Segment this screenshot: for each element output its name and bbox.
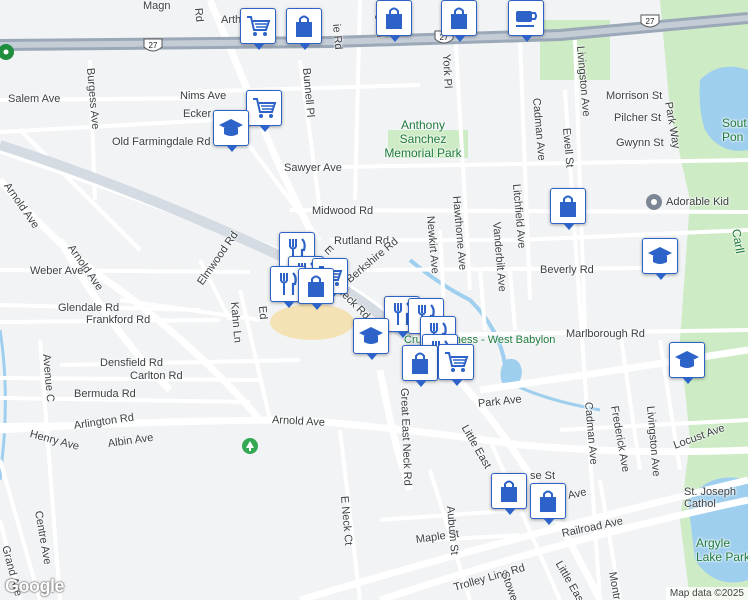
grocery-cart-pin-icon[interactable] <box>246 90 282 132</box>
road-label: Midwood Rd <box>312 205 374 217</box>
road-label: Glendale Rd <box>58 302 120 314</box>
shopping-bag-pin-icon[interactable] <box>530 483 566 525</box>
svg-text:27: 27 <box>646 17 655 26</box>
road-label: Salem Ave <box>8 93 61 105</box>
road-label: Bermuda Rd <box>74 388 136 400</box>
road-label: Rd <box>192 7 206 23</box>
road-label: Beverly Rd <box>540 264 594 276</box>
road-label: Sawyer Ave <box>284 162 342 174</box>
grocery-cart-pin-icon[interactable] <box>438 344 474 386</box>
adorable-kid-poi-icon[interactable] <box>646 194 662 210</box>
road-label: Densfield Rd <box>100 357 163 369</box>
road-label: Marlborough Rd <box>566 328 645 340</box>
cafe-cup-pin-icon[interactable] <box>508 0 544 42</box>
road-label: Gwynn St <box>616 137 664 149</box>
school-cap-pin-icon[interactable] <box>642 238 678 280</box>
svg-text:27: 27 <box>149 41 158 50</box>
shopping-bag-pin-icon[interactable] <box>402 345 438 387</box>
south-pond-label[interactable]: Sout Pon <box>722 116 748 144</box>
shopping-bag-pin-icon[interactable] <box>491 473 527 515</box>
road-label: Ecker <box>183 108 212 120</box>
route-27-shield-east: 27 <box>640 14 660 28</box>
map-attribution[interactable]: Map data ©2025 <box>665 587 748 600</box>
park-label[interactable]: Anthony Sanchez Memorial Park <box>378 118 468 160</box>
road-label: Nims Ave <box>180 90 227 102</box>
google-logo: Google <box>5 576 65 596</box>
shopping-bag-pin-icon[interactable] <box>286 8 322 50</box>
road-label: Pilcher St <box>614 112 662 124</box>
road-label: Weber Ave <box>30 265 84 277</box>
road-label: Arth <box>221 14 242 26</box>
route-27-shield-west: 27 <box>143 38 163 52</box>
map-canvas[interactable]: 27 27 27 Salem Ave Nims Ave Old Farmingd… <box>0 0 748 600</box>
road-label: Ed <box>256 305 270 320</box>
school-cap-pin-icon[interactable] <box>669 342 705 384</box>
road-label: York Pl <box>440 53 454 89</box>
road-label: Morrison St <box>606 90 663 102</box>
park-tree-icon[interactable] <box>242 438 258 454</box>
st-joseph-label[interactable]: St. Joseph Cathol <box>684 486 748 510</box>
shopping-bag-pin-icon[interactable] <box>298 268 334 310</box>
shopping-bag-pin-icon[interactable] <box>550 188 586 230</box>
adorable-kid-label[interactable]: Adorable Kid <box>666 196 729 208</box>
road-label: Carlton Rd <box>130 370 183 382</box>
school-cap-pin-icon[interactable] <box>353 318 389 360</box>
argyle-lake-park-label[interactable]: Argyle Lake Park <box>696 536 748 564</box>
school-cap-pin-icon[interactable] <box>213 110 249 152</box>
west-stream <box>0 329 7 481</box>
road-label: se St <box>530 470 556 482</box>
shopping-bag-pin-icon[interactable] <box>376 0 412 42</box>
grocery-cart-pin-icon[interactable] <box>240 8 276 50</box>
road-label: Frankford Rd <box>86 314 151 326</box>
road-label: Magn <box>143 0 171 12</box>
shopping-bag-pin-icon[interactable] <box>441 0 477 42</box>
road-label: ie Rd <box>330 23 345 51</box>
road-label: Old Farmingdale Rd <box>112 136 211 148</box>
